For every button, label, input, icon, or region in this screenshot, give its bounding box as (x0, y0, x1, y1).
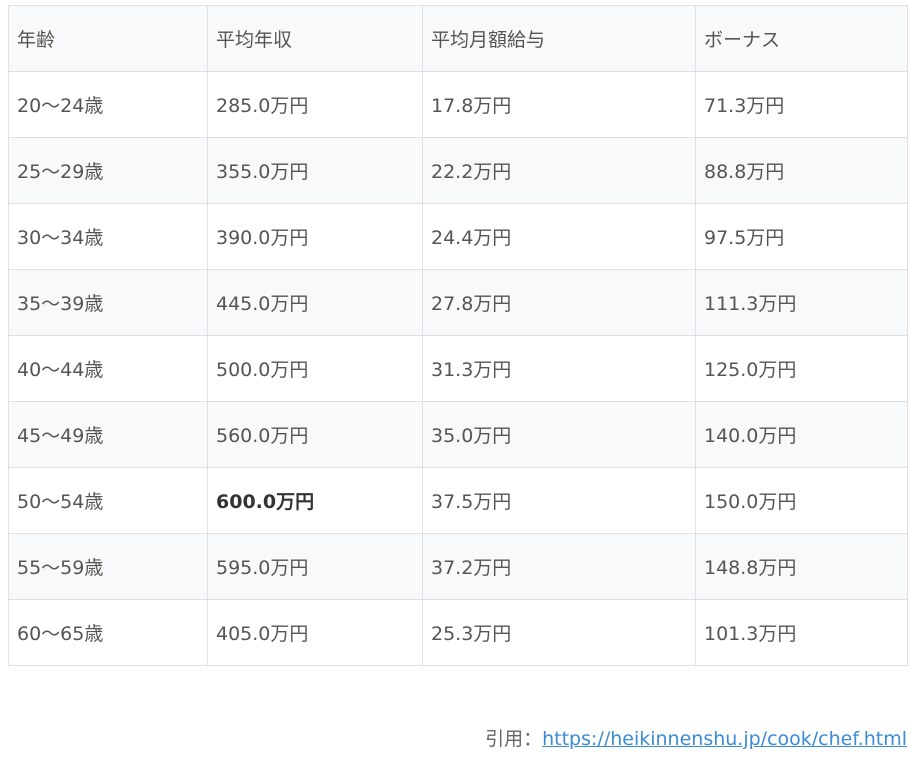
cell-annual-income: 445.0万円 (207, 269, 423, 336)
cell-age: 35〜39歳 (8, 269, 208, 336)
cell-bonus: 101.3万円 (695, 599, 908, 666)
citation-label: 引用： (485, 728, 543, 750)
table-row: 50〜54歳 600.0万円 37.5万円 150.0万円 (8, 467, 908, 534)
cell-age: 60〜65歳 (8, 599, 208, 666)
table-row: 60〜65歳 405.0万円 25.3万円 101.3万円 (8, 599, 908, 666)
cell-annual-income: 405.0万円 (207, 599, 423, 666)
cell-bonus: 148.8万円 (695, 533, 908, 600)
cell-annual-income: 595.0万円 (207, 533, 423, 600)
salary-table-container: 年齢 平均年収 平均月額給与 ボーナス 20〜24歳 285.0万円 17.8万… (8, 5, 908, 666)
cell-annual-income: 355.0万円 (207, 137, 423, 204)
cell-age: 25〜29歳 (8, 137, 208, 204)
cell-monthly-salary: 31.3万円 (422, 335, 696, 402)
cell-monthly-salary: 35.0万円 (422, 401, 696, 468)
header-average-annual-income: 平均年収 (207, 5, 423, 72)
cell-monthly-salary: 37.5万円 (422, 467, 696, 534)
cell-monthly-salary: 24.4万円 (422, 203, 696, 270)
cell-annual-income: 560.0万円 (207, 401, 423, 468)
cell-bonus: 97.5万円 (695, 203, 908, 270)
cell-monthly-salary: 37.2万円 (422, 533, 696, 600)
cell-age: 40〜44歳 (8, 335, 208, 402)
cell-annual-income: 390.0万円 (207, 203, 423, 270)
cell-age: 50〜54歳 (8, 467, 208, 534)
cell-monthly-salary: 22.2万円 (422, 137, 696, 204)
cell-annual-income: 285.0万円 (207, 71, 423, 138)
cell-age: 55〜59歳 (8, 533, 208, 600)
cell-annual-income-highlight: 600.0万円 (207, 467, 423, 534)
header-average-monthly-salary: 平均月額給与 (422, 5, 696, 72)
cell-bonus: 140.0万円 (695, 401, 908, 468)
table-row: 40〜44歳 500.0万円 31.3万円 125.0万円 (8, 335, 908, 402)
table-header-row: 年齢 平均年収 平均月額給与 ボーナス (8, 5, 908, 72)
cell-monthly-salary: 27.8万円 (422, 269, 696, 336)
header-age: 年齢 (8, 5, 208, 72)
table-row: 20〜24歳 285.0万円 17.8万円 71.3万円 (8, 71, 908, 138)
citation-link[interactable]: https://heikinnenshu.jp/cook/chef.html (542, 728, 907, 750)
table-row: 25〜29歳 355.0万円 22.2万円 88.8万円 (8, 137, 908, 204)
table-row: 35〜39歳 445.0万円 27.8万円 111.3万円 (8, 269, 908, 336)
cell-monthly-salary: 25.3万円 (422, 599, 696, 666)
cell-age: 20〜24歳 (8, 71, 208, 138)
cell-age: 30〜34歳 (8, 203, 208, 270)
cell-bonus: 150.0万円 (695, 467, 908, 534)
cell-annual-income: 500.0万円 (207, 335, 423, 402)
cell-age: 45〜49歳 (8, 401, 208, 468)
table-row: 55〜59歳 595.0万円 37.2万円 148.8万円 (8, 533, 908, 600)
table-row: 30〜34歳 390.0万円 24.4万円 97.5万円 (8, 203, 908, 270)
cell-bonus: 71.3万円 (695, 71, 908, 138)
salary-table: 年齢 平均年収 平均月額給与 ボーナス 20〜24歳 285.0万円 17.8万… (8, 5, 908, 666)
table-row: 45〜49歳 560.0万円 35.0万円 140.0万円 (8, 401, 908, 468)
header-bonus: ボーナス (695, 5, 908, 72)
cell-monthly-salary: 17.8万円 (422, 71, 696, 138)
cell-bonus: 88.8万円 (695, 137, 908, 204)
citation: 引用：https://heikinnenshu.jp/cook/chef.htm… (485, 724, 907, 751)
cell-bonus: 111.3万円 (695, 269, 908, 336)
cell-bonus: 125.0万円 (695, 335, 908, 402)
